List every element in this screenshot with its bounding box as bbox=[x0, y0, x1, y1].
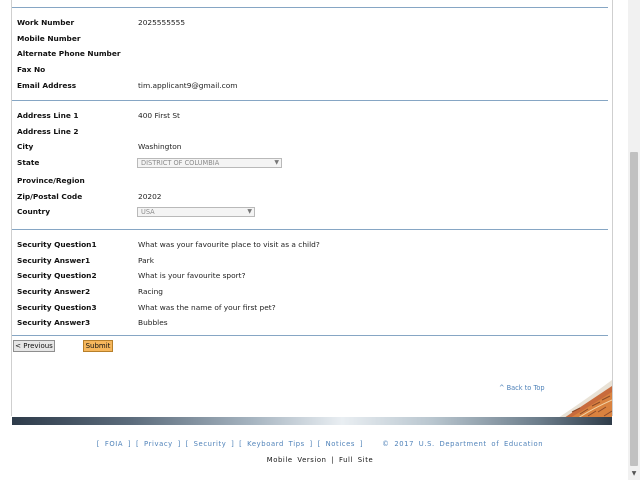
state-row: State bbox=[17, 158, 607, 172]
bracket-close: ] bbox=[127, 440, 132, 448]
security-question2-value: What is your favourite sport? bbox=[138, 271, 246, 280]
country-row: Country bbox=[17, 207, 607, 221]
state-select[interactable]: DISTRICT OF COLUMBIA ▼ bbox=[137, 158, 282, 168]
security-question1-row: Security Question1 What was your favouri… bbox=[17, 240, 607, 254]
back-to-top-link[interactable]: ^ Back to Top bbox=[499, 384, 545, 392]
city-value: Washington bbox=[138, 142, 182, 151]
submit-button[interactable]: Submit bbox=[83, 340, 113, 352]
security-answer2-row: Security Answer2 Racing bbox=[17, 287, 607, 301]
page-frame-right bbox=[612, 0, 613, 416]
security-answer2-label: Security Answer2 bbox=[17, 287, 91, 296]
city-row: City Washington bbox=[17, 142, 607, 156]
security-question2-row: Security Question2 What is your favourit… bbox=[17, 271, 607, 285]
footer-banner-image bbox=[12, 417, 612, 425]
alternate-phone-label: Alternate Phone Number bbox=[17, 49, 121, 58]
security-answer1-label: Security Answer1 bbox=[17, 256, 91, 265]
country-label: Country bbox=[17, 207, 51, 216]
address-line2-label: Address Line 2 bbox=[17, 127, 79, 136]
bracket-close: ] bbox=[231, 440, 235, 448]
section-divider bbox=[12, 229, 608, 230]
footer-link-foia[interactable]: FOIA bbox=[105, 440, 123, 448]
bracket-open: [ bbox=[317, 440, 321, 448]
country-select[interactable]: USA ▼ bbox=[137, 207, 255, 217]
footer-link-privacy[interactable]: Privacy bbox=[144, 440, 173, 448]
scroll-down-arrow-icon[interactable]: ▼ bbox=[628, 468, 640, 480]
email-label: Email Address bbox=[17, 81, 77, 90]
footer-link-security[interactable]: Security bbox=[194, 440, 227, 448]
chevron-down-icon: ▼ bbox=[247, 208, 252, 215]
section-divider bbox=[12, 7, 608, 8]
security-answer3-row: Security Answer3 Bubbles bbox=[17, 318, 607, 332]
bracket-open: [ bbox=[96, 440, 101, 448]
alternate-phone-row: Alternate Phone Number bbox=[17, 49, 607, 63]
province-label: Province/Region bbox=[17, 176, 85, 185]
bracket-close: ] bbox=[177, 440, 181, 448]
state-label: State bbox=[17, 158, 40, 167]
zip-label: Zip/Postal Code bbox=[17, 192, 83, 201]
chevron-down-icon: ▼ bbox=[274, 159, 279, 166]
security-question3-row: Security Question3 What was the name of … bbox=[17, 303, 607, 317]
address-line1-row: Address Line 1 400 First St bbox=[17, 111, 607, 125]
previous-button[interactable]: < Previous bbox=[13, 340, 55, 352]
security-question3-value: What was the name of your first pet? bbox=[138, 303, 276, 312]
zip-value: 20202 bbox=[138, 192, 162, 201]
fax-label: Fax No bbox=[17, 65, 46, 74]
decorative-arch-graphic bbox=[558, 380, 612, 418]
bracket-open: [ bbox=[135, 440, 140, 448]
security-question3-label: Security Question3 bbox=[17, 303, 97, 312]
city-label: City bbox=[17, 142, 34, 151]
mobile-version-link[interactable]: Mobile Version bbox=[267, 456, 327, 464]
address-line2-row: Address Line 2 bbox=[17, 127, 607, 141]
footer-separator: | bbox=[331, 456, 335, 464]
work-number-row: Work Number 2025555555 bbox=[17, 18, 607, 32]
address-line1-value: 400 First St bbox=[138, 111, 180, 120]
country-select-value: USA bbox=[141, 208, 155, 216]
fax-row: Fax No bbox=[17, 65, 607, 79]
footer-copyright: © 2017 U.S. Department of Education bbox=[382, 440, 544, 448]
security-answer1-row: Security Answer1 Park bbox=[17, 256, 607, 270]
security-answer3-value: Bubbles bbox=[138, 318, 168, 327]
scrollbar-thumb[interactable] bbox=[630, 152, 638, 466]
email-row: Email Address tim.applicant9@gmail.com bbox=[17, 81, 607, 95]
bracket-close: ] bbox=[359, 440, 364, 448]
footer-link-notices[interactable]: Notices bbox=[326, 440, 355, 448]
page-frame-left bbox=[11, 0, 12, 416]
bracket-open: [ bbox=[239, 440, 243, 448]
bracket-open: [ bbox=[185, 440, 189, 448]
full-site-label: Full Site bbox=[339, 456, 374, 464]
section-divider bbox=[12, 100, 608, 101]
footer-site-switch: Mobile Version | Full Site bbox=[0, 456, 640, 464]
work-number-value: 2025555555 bbox=[138, 18, 186, 27]
section-divider bbox=[12, 335, 608, 336]
email-value: tim.applicant9@gmail.com bbox=[138, 81, 238, 90]
footer-link-keyboard-tips[interactable]: Keyboard Tips bbox=[247, 440, 305, 448]
security-question1-value: What was your favourite place to visit a… bbox=[138, 240, 320, 249]
security-answer3-label: Security Answer3 bbox=[17, 318, 91, 327]
security-question1-label: Security Question1 bbox=[17, 240, 97, 249]
province-row: Province/Region bbox=[17, 176, 607, 190]
mobile-number-row: Mobile Number bbox=[17, 34, 607, 48]
work-number-label: Work Number bbox=[17, 18, 75, 27]
security-answer2-value: Racing bbox=[138, 287, 163, 296]
bracket-close: ] bbox=[309, 440, 313, 448]
footer-links: [ FOIA ] [ Privacy ] [ Security ] [ Keyb… bbox=[0, 440, 640, 448]
mobile-number-label: Mobile Number bbox=[17, 34, 81, 43]
state-select-value: DISTRICT OF COLUMBIA bbox=[141, 159, 220, 167]
zip-row: Zip/Postal Code 20202 bbox=[17, 192, 607, 206]
security-question2-label: Security Question2 bbox=[17, 271, 97, 280]
address-line1-label: Address Line 1 bbox=[17, 111, 79, 120]
security-answer1-value: Park bbox=[138, 256, 154, 265]
